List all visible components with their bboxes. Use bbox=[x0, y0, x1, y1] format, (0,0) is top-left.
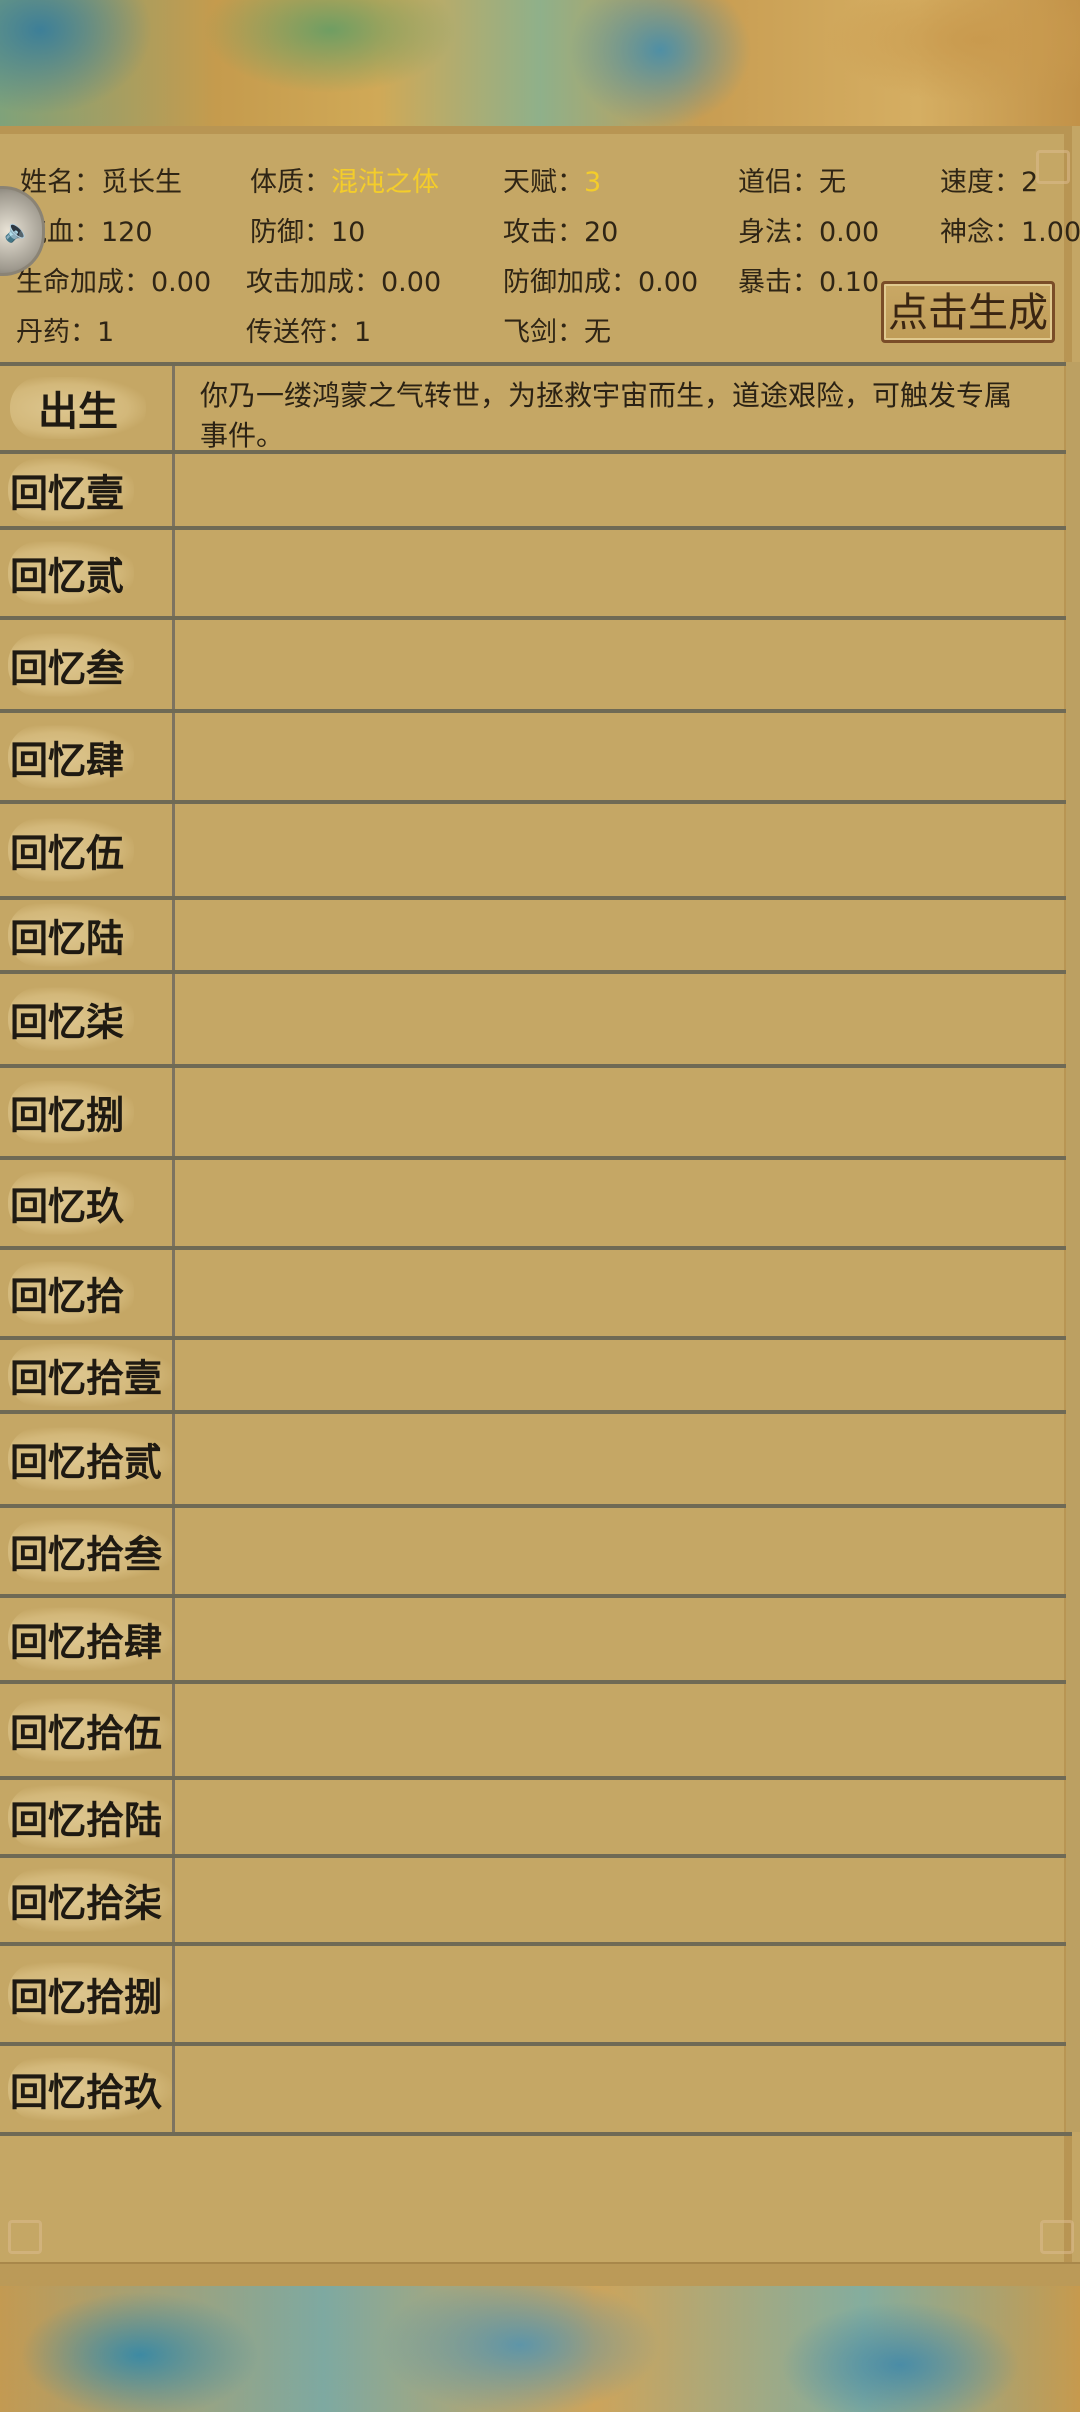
memory-button[interactable]: 回忆肆 bbox=[8, 725, 135, 788]
row-label-cell: 回忆陆 bbox=[0, 900, 175, 970]
row-label-cell: 回忆叁 bbox=[0, 620, 175, 709]
memory-row: 回忆壹 bbox=[0, 454, 1072, 530]
memory-button[interactable]: 回忆拾肆 bbox=[8, 1607, 173, 1671]
memory-row: 回忆拾捌 bbox=[0, 1946, 1072, 2046]
stat-crit: 暴击：0.10 bbox=[738, 267, 880, 298]
memory-row: 回忆伍 bbox=[0, 804, 1072, 900]
stat-defense: 防御：10 bbox=[250, 217, 366, 248]
row-label-cell: 出生 bbox=[0, 366, 175, 450]
memory-row: 回忆拾壹 bbox=[0, 1340, 1072, 1414]
row-label-cell: 回忆拾捌 bbox=[0, 1946, 175, 2042]
memory-button[interactable]: 回忆拾玖 bbox=[8, 2057, 173, 2121]
stat-attack: 攻击：20 bbox=[503, 217, 619, 248]
stat-spirit: 神念：1.00 bbox=[940, 217, 1080, 248]
memory-button[interactable]: 回忆拾伍 bbox=[8, 1698, 173, 1762]
row-label-cell: 回忆拾肆 bbox=[0, 1598, 175, 1680]
background-painting-top bbox=[0, 0, 1080, 126]
birth-button[interactable]: 出生 bbox=[10, 377, 146, 439]
memory-row: 回忆捌 bbox=[0, 1068, 1072, 1160]
stat-name: 姓名：觅长生 bbox=[20, 167, 182, 198]
memory-row: 回忆拾陆 bbox=[0, 1780, 1072, 1858]
row-label-cell: 回忆拾伍 bbox=[0, 1684, 175, 1776]
row-label-cell: 回忆拾陆 bbox=[0, 1780, 175, 1854]
memory-button[interactable]: 回忆拾贰 bbox=[8, 1427, 173, 1491]
birth-description: 你乃一缕鸿蒙之气转世，为拯救宇宙而生，道途艰险，可触发专属事件。 bbox=[200, 379, 1013, 452]
memory-row: 回忆拾 bbox=[0, 1250, 1072, 1340]
memory-button[interactable]: 回忆拾壹 bbox=[8, 1343, 173, 1407]
memory-button[interactable]: 回忆捌 bbox=[8, 1080, 135, 1144]
row-label-cell: 回忆拾柒 bbox=[0, 1858, 175, 1942]
stat-talent: 天赋：3 bbox=[503, 167, 602, 198]
memory-button[interactable]: 回忆拾柒 bbox=[8, 1868, 173, 1932]
memory-row: 回忆拾柒 bbox=[0, 1858, 1072, 1946]
stat-teleport: 传送符：1 bbox=[246, 317, 372, 348]
panel-bottom-edge bbox=[0, 2262, 1080, 2286]
row-label-cell: 回忆柒 bbox=[0, 974, 175, 1064]
row-label-cell: 回忆肆 bbox=[0, 713, 175, 800]
memory-row: 回忆拾肆 bbox=[0, 1598, 1072, 1684]
memory-row: 回忆贰 bbox=[0, 530, 1072, 620]
memory-row: 回忆玖 bbox=[0, 1160, 1072, 1250]
memory-button[interactable]: 回忆柒 bbox=[8, 987, 135, 1051]
panel-corner-ornament bbox=[1040, 2220, 1074, 2254]
row-label-cell: 回忆捌 bbox=[0, 1068, 175, 1156]
memory-row: 回忆肆 bbox=[0, 713, 1072, 804]
memory-row: 回忆拾伍 bbox=[0, 1684, 1072, 1780]
stat-partner: 道侣：无 bbox=[738, 167, 846, 198]
row-label-cell: 回忆玖 bbox=[0, 1160, 175, 1246]
birth-row: 出生 你乃一缕鸿蒙之气转世，为拯救宇宙而生，道途艰险，可触发专属事件。 bbox=[0, 362, 1072, 454]
row-label-cell: 回忆伍 bbox=[0, 804, 175, 896]
stat-speed: 速度：2 bbox=[940, 167, 1039, 198]
memory-button[interactable]: 回忆玖 bbox=[8, 1171, 135, 1235]
stat-constitution: 体质：混沌之体 bbox=[250, 167, 439, 198]
stat-agility: 身法：0.00 bbox=[738, 217, 880, 248]
memory-row: 回忆拾玖 bbox=[0, 2046, 1072, 2136]
memory-button[interactable]: 回忆拾叁 bbox=[8, 1519, 173, 1583]
speaker-icon: 🔈 bbox=[4, 219, 32, 244]
row-label-cell: 回忆拾 bbox=[0, 1250, 175, 1336]
background-painting-bottom bbox=[0, 2285, 1080, 2412]
stat-life-bonus: 生命加成：0.00 bbox=[16, 267, 212, 298]
memory-button[interactable]: 回忆壹 bbox=[8, 458, 135, 522]
stat-pills: 丹药：1 bbox=[16, 317, 115, 348]
memory-button[interactable]: 回忆伍 bbox=[8, 818, 135, 882]
memory-row: 回忆柒 bbox=[0, 974, 1072, 1068]
panel-right-edge bbox=[1066, 362, 1080, 2132]
row-label-cell: 回忆壹 bbox=[0, 454, 175, 526]
memory-row: 回忆拾叁 bbox=[0, 1508, 1072, 1598]
memory-row: 回忆陆 bbox=[0, 900, 1072, 974]
stat-attack-bonus: 攻击加成：0.00 bbox=[246, 267, 442, 298]
memory-button[interactable]: 回忆叁 bbox=[8, 633, 135, 696]
memory-button[interactable]: 回忆陆 bbox=[8, 903, 135, 967]
memory-button[interactable]: 回忆拾陆 bbox=[8, 1785, 173, 1849]
row-label-cell: 回忆贰 bbox=[0, 530, 175, 616]
row-label-cell: 回忆拾壹 bbox=[0, 1340, 175, 1410]
memory-button[interactable]: 回忆贰 bbox=[8, 541, 135, 605]
memory-row: 回忆拾贰 bbox=[0, 1414, 1072, 1508]
stat-defense-bonus: 防御加成：0.00 bbox=[503, 267, 699, 298]
stat-sword: 飞剑：无 bbox=[503, 317, 611, 348]
generate-button[interactable]: 点击生成 bbox=[881, 281, 1055, 343]
row-label-cell: 回忆拾玖 bbox=[0, 2046, 175, 2132]
memory-row: 回忆叁 bbox=[0, 620, 1072, 713]
row-label-cell: 回忆拾贰 bbox=[0, 1414, 175, 1504]
memory-button[interactable]: 回忆拾 bbox=[8, 1261, 135, 1325]
memory-button[interactable]: 回忆拾捌 bbox=[8, 1962, 173, 2026]
panel-corner-ornament bbox=[8, 2220, 42, 2254]
row-label-cell: 回忆拾叁 bbox=[0, 1508, 175, 1594]
